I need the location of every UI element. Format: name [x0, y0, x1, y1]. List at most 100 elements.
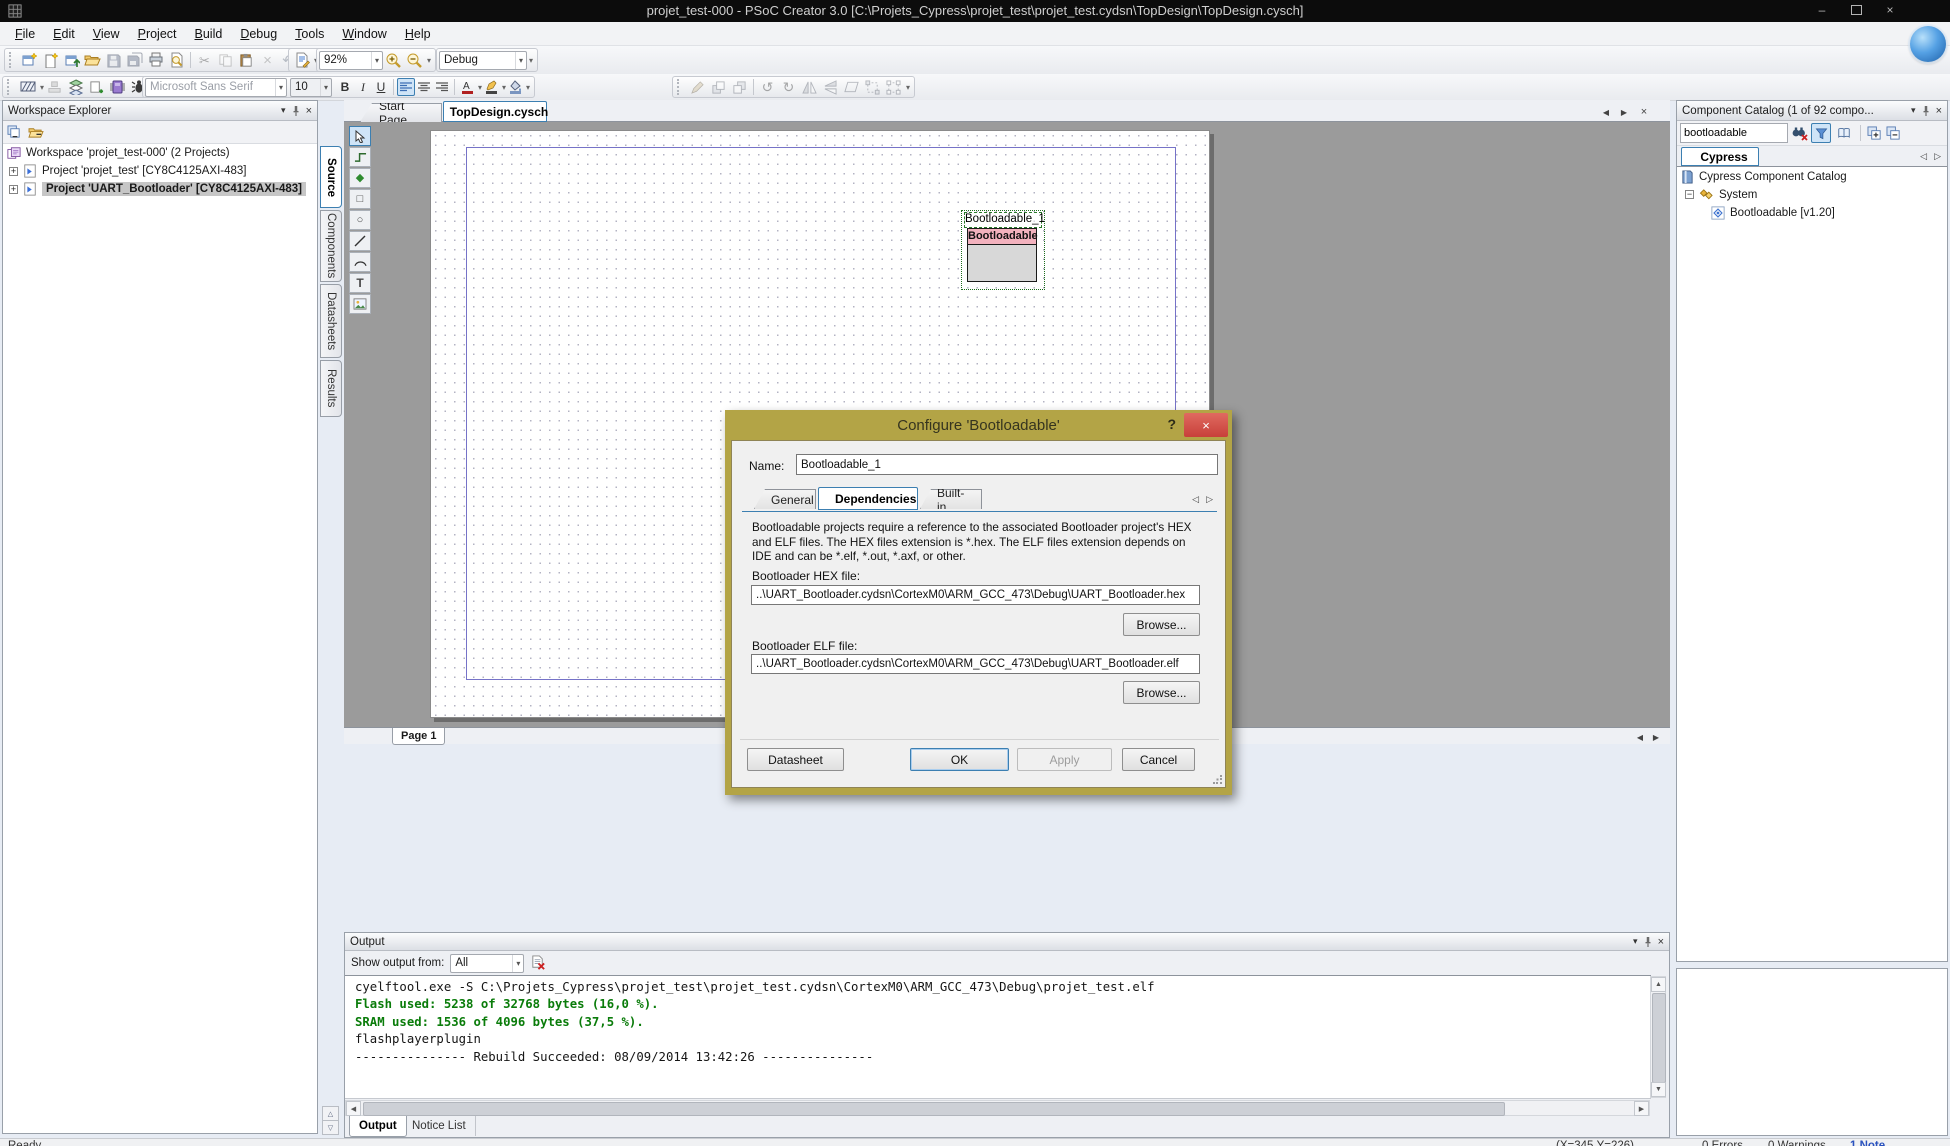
diamond-tool[interactable]: ◆: [349, 168, 371, 188]
dialog-tab-left-icon[interactable]: ◁: [1192, 494, 1199, 505]
flip-horizontal-icon[interactable]: [799, 77, 820, 97]
vertical-scroll-thumb[interactable]: [1652, 993, 1666, 1083]
build-config-combo[interactable]: Debug ▾: [439, 51, 527, 70]
menu-window[interactable]: Window: [333, 24, 395, 44]
bring-front-icon[interactable]: [708, 77, 729, 97]
toolbar-grip[interactable]: [7, 79, 13, 95]
menu-project[interactable]: Project: [129, 24, 186, 44]
component-catalog-header[interactable]: Component Catalog (1 of 92 compo... ▾ ×: [1677, 101, 1947, 121]
minimize-button[interactable]: –: [1808, 2, 1836, 18]
align-center-icon[interactable]: [415, 78, 433, 96]
tab-scroll-left-icon[interactable]: ◀: [1598, 105, 1614, 119]
title-bar[interactable]: projet_test-000 - PSoC Creator 3.0 [C:\P…: [0, 0, 1950, 22]
collapse-all-icon[interactable]: [7, 125, 22, 139]
pin-icon[interactable]: [291, 105, 301, 117]
tree-row-system[interactable]: − System: [1685, 188, 1757, 201]
scroll-right-icon[interactable]: ▶: [1634, 1101, 1649, 1116]
select-tool[interactable]: [349, 126, 371, 146]
add-file-icon[interactable]: [61, 50, 82, 70]
stamp-icon[interactable]: [44, 77, 65, 97]
horizontal-scroll-thumb[interactable]: [363, 1102, 1505, 1116]
hex-file-input[interactable]: [751, 585, 1200, 605]
annotation-hatch-icon[interactable]: [17, 77, 38, 97]
ok-button[interactable]: OK: [910, 748, 1009, 771]
group-icon[interactable]: [862, 77, 883, 97]
copy-icon[interactable]: [215, 50, 236, 70]
catalog-tree[interactable]: Cypress Component Catalog − System Bootl…: [1677, 167, 1947, 961]
arc-tool[interactable]: [349, 252, 371, 272]
font-size-combo[interactable]: 10 ▾: [290, 78, 332, 97]
folder-collapse-icon[interactable]: [28, 125, 44, 139]
datasheet-icon[interactable]: [291, 50, 312, 70]
dialog-title-bar[interactable]: Configure 'Bootloadable': [725, 410, 1232, 440]
catalog-tab-right-icon[interactable]: ▷: [1934, 151, 1941, 162]
collapse-all-icon[interactable]: [1886, 126, 1902, 141]
align-left-icon[interactable]: [397, 78, 415, 96]
page-scroll-right-icon[interactable]: ▶: [1648, 730, 1664, 744]
tab-scroll-right-icon[interactable]: ▶: [1616, 105, 1632, 119]
menu-debug[interactable]: Debug: [231, 24, 286, 44]
tree-row-workspace[interactable]: Workspace 'projet_test-000' (2 Projects): [7, 146, 230, 160]
workspace-explorer-header[interactable]: Workspace Explorer ▾ ×: [3, 101, 317, 121]
output-header[interactable]: Output ▾ ×: [345, 933, 1669, 951]
scroll-down-icon[interactable]: ▼: [1651, 1082, 1666, 1097]
catalog-tab-cypress[interactable]: Cypress: [1681, 147, 1759, 166]
line-color-icon[interactable]: [482, 78, 500, 96]
zoom-overflow-icon[interactable]: ▾: [427, 56, 431, 65]
datasheet-button[interactable]: Datasheet: [747, 748, 844, 771]
name-input[interactable]: [796, 454, 1218, 475]
expand-icon[interactable]: +: [9, 185, 18, 194]
tree-row-catalog-root[interactable]: Cypress Component Catalog: [1681, 170, 1847, 184]
tab-dependencies[interactable]: Dependencies: [818, 487, 918, 510]
datasheet-view-icon[interactable]: [1834, 123, 1854, 143]
menu-file[interactable]: File: [6, 24, 44, 44]
tab-start-page[interactable]: Start Page: [360, 103, 442, 122]
splitter-down-icon[interactable]: ▽: [322, 1121, 339, 1135]
toolbar-grip[interactable]: [677, 79, 683, 95]
cancel-button[interactable]: Cancel: [1122, 748, 1195, 771]
tab-builtin[interactable]: Built-in: [920, 489, 982, 509]
shape-overflow-icon[interactable]: ▾: [906, 83, 910, 92]
font-name-combo[interactable]: Microsoft Sans Serif ▾: [145, 78, 287, 97]
cut-icon[interactable]: ✂: [194, 50, 215, 70]
browse-elf-button[interactable]: Browse...: [1123, 681, 1200, 704]
catalog-tab-left-icon[interactable]: ◁: [1920, 151, 1927, 162]
zoom-level-combo[interactable]: 92% ▾: [319, 51, 383, 70]
component-instance-label[interactable]: Bootloadable_1: [964, 212, 1042, 228]
menu-build[interactable]: Build: [186, 24, 232, 44]
side-tab-results[interactable]: Results: [320, 360, 342, 417]
zoom-in-icon[interactable]: [383, 50, 404, 70]
zoom-combo-dropdown-icon[interactable]: ▾: [371, 52, 382, 69]
maximize-button[interactable]: [1842, 2, 1870, 18]
menu-help[interactable]: Help: [396, 24, 440, 44]
close-panel-icon[interactable]: ×: [1936, 105, 1942, 117]
line-tool[interactable]: [349, 231, 371, 251]
underline-button[interactable]: U: [372, 78, 390, 96]
dialog-tab-right-icon[interactable]: ▷: [1206, 494, 1213, 505]
tree-row-project2[interactable]: + Project 'UART_Bootloader' [CY8C4125AXI…: [9, 182, 306, 196]
side-tab-datasheets[interactable]: Datasheets: [320, 284, 342, 358]
font-size-dropdown-icon[interactable]: ▾: [320, 79, 331, 96]
output-filter-combo[interactable]: All ▾: [450, 954, 524, 973]
browse-hex-button[interactable]: Browse...: [1123, 613, 1200, 636]
wire-tool[interactable]: [349, 147, 371, 167]
bootloadable-component[interactable]: Bootloadable: [967, 228, 1037, 282]
clear-search-icon[interactable]: [1791, 125, 1808, 141]
flip-vertical-icon[interactable]: [820, 77, 841, 97]
toolbar-grip[interactable]: [9, 52, 15, 68]
tab-general[interactable]: General: [754, 489, 816, 509]
filter-icon[interactable]: [1811, 123, 1831, 143]
vertical-scrollbar[interactable]: ▲ ▼: [1650, 976, 1666, 1098]
panel-menu-icon[interactable]: ▾: [1633, 936, 1638, 947]
rotate-right-icon[interactable]: ↻: [778, 77, 799, 97]
italic-button[interactable]: I: [354, 78, 372, 96]
expand-icon[interactable]: +: [9, 167, 18, 176]
panel-menu-icon[interactable]: ▾: [281, 105, 286, 116]
side-tab-components[interactable]: Components: [320, 210, 342, 282]
close-panel-icon[interactable]: ×: [1658, 936, 1664, 948]
font-color-icon[interactable]: A: [458, 78, 476, 96]
ellipse-tool[interactable]: ○: [349, 210, 371, 230]
collapse-icon[interactable]: −: [1685, 190, 1694, 199]
edit-shape-icon[interactable]: [687, 77, 708, 97]
save-all-icon[interactable]: [124, 50, 145, 70]
